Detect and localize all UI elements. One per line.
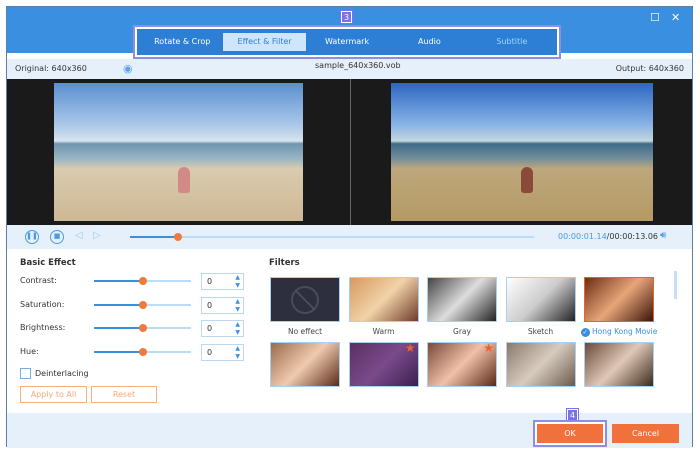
total-time: /00:00:13.06 xyxy=(606,232,659,241)
time-display: 00:00:01.14/00:00:13.06 xyxy=(558,232,658,241)
playback-controls: ❚❚ ■ ◁ ▷ 00:00:01.14/00:00:13.06 🔊︎ xyxy=(7,225,692,249)
filters-title: Filters xyxy=(269,258,300,268)
progress-slider[interactable] xyxy=(130,233,534,241)
tab-subtitle[interactable]: Subtitle xyxy=(471,33,553,51)
effect-value-stepper[interactable]: 0 ▲ ▼ xyxy=(201,273,244,290)
stop-icon[interactable]: ■ xyxy=(50,230,64,244)
effect-slider[interactable] xyxy=(94,277,191,285)
maximize-icon[interactable]: ☐ xyxy=(650,11,660,24)
preview-divider xyxy=(350,79,351,225)
footer: 4 OK Cancel xyxy=(7,408,692,448)
effect-value-stepper[interactable]: 0 ▲ ▼ xyxy=(201,320,244,337)
slider-fill xyxy=(94,327,143,329)
stepper-arrows-icon[interactable]: ▲ ▼ xyxy=(235,298,240,314)
slider-fill xyxy=(94,350,143,353)
next-frame-icon[interactable]: ▷ xyxy=(93,230,101,241)
eye-icon[interactable]: ◉ xyxy=(123,62,133,75)
original-preview xyxy=(54,83,303,221)
close-icon[interactable]: ✕ xyxy=(671,11,680,24)
filter-thumbnail[interactable] xyxy=(348,277,419,322)
info-bar: Original: 640x360 ◉ sample_640x360.vob O… xyxy=(7,59,692,79)
tab-audio[interactable]: Audio xyxy=(388,33,470,51)
effect-slider[interactable] xyxy=(94,324,191,332)
filter-thumbnail[interactable] xyxy=(584,342,654,387)
person-figure xyxy=(178,167,190,193)
filter-thumbnail[interactable] xyxy=(505,277,576,322)
output-resolution: Output: 640x360 xyxy=(615,64,684,73)
filter-label: No effect xyxy=(287,327,323,336)
slider-fill xyxy=(94,303,143,306)
slider-fill xyxy=(94,280,143,282)
star-icon: ★ xyxy=(404,341,416,355)
effect-value: 0 xyxy=(207,277,213,286)
effect-slider[interactable] xyxy=(94,300,191,309)
video-preview xyxy=(7,79,692,225)
slider-handle[interactable] xyxy=(138,347,147,356)
deinterlacing-label: Deinterlacing xyxy=(35,369,89,378)
cancel-button[interactable]: Cancel xyxy=(612,424,679,443)
effect-label: Hue: xyxy=(20,346,39,356)
volume-icon[interactable]: 🔊︎ xyxy=(660,230,666,241)
effect-value-stepper[interactable]: 0 ▲ ▼ xyxy=(201,343,244,361)
no-effect-icon xyxy=(291,286,319,314)
filter-label: Sketch xyxy=(527,327,554,336)
filter-thumbnail[interactable] xyxy=(270,277,340,322)
ok-button[interactable]: OK xyxy=(535,422,605,445)
tab-rotate-crop[interactable]: Rotate & Crop xyxy=(141,33,223,51)
progress-handle[interactable] xyxy=(174,233,183,241)
stepper-arrows-icon[interactable]: ▲ ▼ xyxy=(235,321,240,337)
filter-label: Warm xyxy=(372,327,395,336)
tab-bar: Rotate & Crop Effect & Filter Watermark … xyxy=(133,25,561,59)
filter-label: ✓ Hong Kong Movie xyxy=(574,327,664,337)
progress-fill xyxy=(130,236,179,238)
original-resolution: Original: 640x360 xyxy=(15,64,87,73)
effect-row-brightness: Brightness: 0 ▲ ▼ xyxy=(20,320,250,338)
effect-label: Saturation: xyxy=(20,299,65,309)
filter-thumbnail[interactable]: ★ xyxy=(348,341,419,387)
effect-row-saturation: Saturation: 0 ▲ ▼ xyxy=(20,296,250,315)
filters-scrollbar[interactable] xyxy=(674,271,677,299)
title-bar: ☐ ✕ 3 Rotate & Crop Effect & Filter Wate… xyxy=(7,7,692,59)
slider-handle[interactable] xyxy=(138,324,147,332)
effect-label: Brightness: xyxy=(20,323,66,332)
tab-effect-filter[interactable]: Effect & Filter xyxy=(223,33,306,51)
slider-handle[interactable] xyxy=(138,300,147,309)
star-icon: ★ xyxy=(483,341,494,355)
apply-to-all-button[interactable]: Apply to All xyxy=(20,386,87,403)
filter-name: Hong Kong Movie xyxy=(592,327,658,336)
effect-value: 0 xyxy=(207,324,213,333)
output-preview xyxy=(391,83,653,221)
filter-thumbnail[interactable] xyxy=(270,342,340,387)
effect-row-hue: Hue: 0 ▲ ▼ xyxy=(20,343,250,362)
filter-thumbnail[interactable] xyxy=(584,277,654,322)
filter-thumbnail[interactable]: ★ xyxy=(427,341,497,387)
tab-watermark[interactable]: Watermark xyxy=(306,33,388,51)
effect-value: 0 xyxy=(207,347,213,357)
filter-label: Gray xyxy=(453,327,471,336)
filter-thumbnail[interactable] xyxy=(505,342,576,387)
basic-effect-title: Basic Effect xyxy=(20,258,76,268)
previous-frame-icon[interactable]: ◁ xyxy=(75,230,83,241)
effect-filter-dialog: ☐ ✕ 3 Rotate & Crop Effect & Filter Wate… xyxy=(6,6,693,448)
effect-label: Contrast: xyxy=(20,276,57,285)
effect-slider[interactable] xyxy=(94,347,191,356)
slider-handle[interactable] xyxy=(138,277,147,285)
deinterlacing-checkbox[interactable] xyxy=(20,368,31,379)
current-time: 00:00:01.14 xyxy=(558,232,607,241)
effect-row-contrast: Contrast: 0 ▲ ▼ xyxy=(20,273,250,291)
effect-value: 0 xyxy=(207,300,213,310)
pause-icon[interactable]: ❚❚ xyxy=(25,230,39,244)
person-figure xyxy=(521,167,533,193)
reset-button[interactable]: Reset xyxy=(91,386,157,403)
step-badge-3: 3 xyxy=(340,10,353,24)
file-name: sample_640x360.vob xyxy=(315,61,401,70)
stepper-arrows-icon[interactable]: ▲ ▼ xyxy=(235,345,240,361)
check-icon: ✓ xyxy=(580,328,590,337)
effect-value-stepper[interactable]: 0 ▲ ▼ xyxy=(201,296,244,314)
filter-thumbnail[interactable] xyxy=(427,277,497,322)
stepper-arrows-icon[interactable]: ▲ ▼ xyxy=(235,274,240,290)
step-badge-4: 4 xyxy=(566,408,579,422)
